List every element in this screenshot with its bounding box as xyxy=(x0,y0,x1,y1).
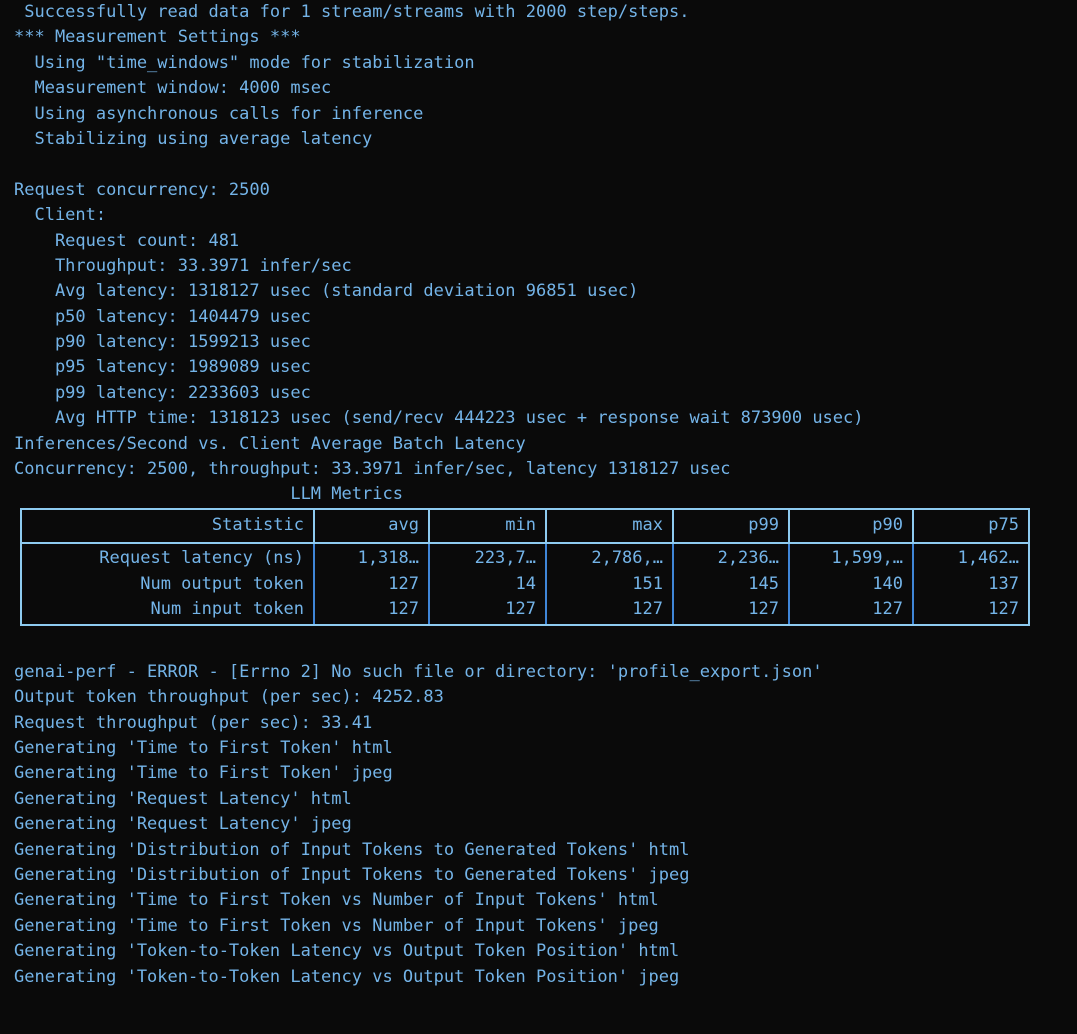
cell-p99: 127 xyxy=(672,597,790,627)
log-line-post-11: Generating 'Token-to-Token Latency vs Ou… xyxy=(14,941,680,962)
cell-p75: 127 xyxy=(912,597,1030,627)
cell-p90: 140 xyxy=(788,571,914,598)
cell-avg: 127 xyxy=(313,597,430,627)
column-header-p99: p99 xyxy=(672,507,790,545)
log-line-19: LLM Metrics xyxy=(14,484,403,505)
log-line-18: Concurrency: 2500, throughput: 33.3971 i… xyxy=(14,459,731,480)
log-line-3: Measurement window: 4000 msec xyxy=(14,78,332,99)
column-header-p75: p75 xyxy=(912,507,1030,545)
log-line-5: Stabilizing using average latency xyxy=(14,128,373,149)
log-line-10: Throughput: 33.3971 infer/sec xyxy=(14,255,352,276)
log-line-post-7: Generating 'Distribution of Input Tokens… xyxy=(14,839,690,860)
llm-metrics-table: Statistic avg min max p99 p90 p75 Reques… xyxy=(20,507,1030,627)
log-line-11: Avg latency: 1318127 usec (standard devi… xyxy=(14,281,639,302)
log-line-8: Client: xyxy=(14,205,107,226)
cell-p75: 137 xyxy=(912,571,1030,598)
pre-table-log-region: Successfully read data for 1 stream/stre… xyxy=(0,0,1077,508)
log-line-post-4: Generating 'Time to First Token' jpeg xyxy=(14,763,393,784)
log-line-post-5: Generating 'Request Latency' html xyxy=(14,788,352,809)
cell-p90: 1,599,… xyxy=(788,543,914,572)
log-line-post-1: Output token throughput (per sec): 4252.… xyxy=(14,687,444,708)
log-line-9: Request count: 481 xyxy=(14,230,240,251)
log-line-post-12: Generating 'Token-to-Token Latency vs Ou… xyxy=(14,966,680,987)
cell-min: 14 xyxy=(428,571,547,598)
log-line-14: p95 latency: 1989089 usec xyxy=(14,357,311,378)
table-header-row: Statistic avg min max p99 p90 p75 xyxy=(20,507,1030,545)
log-line-12: p50 latency: 1404479 usec xyxy=(14,306,311,327)
column-header-avg: avg xyxy=(313,507,430,545)
terminal-output[interactable]: Successfully read data for 1 stream/stre… xyxy=(0,0,1077,1034)
cell-min: 127 xyxy=(428,597,547,627)
row-label: Request latency (ns) xyxy=(20,543,315,572)
log-line-0: Successfully read data for 1 stream/stre… xyxy=(14,2,690,22)
log-line-post-3: Generating 'Time to First Token' html xyxy=(14,737,393,758)
log-line-post-10: Generating 'Time to First Token vs Numbe… xyxy=(14,915,659,936)
log-line-16: Avg HTTP time: 1318123 usec (send/recv 4… xyxy=(14,408,864,429)
cell-p99: 2,236… xyxy=(672,543,790,572)
cell-avg: 1,318… xyxy=(313,543,430,572)
table-header: Statistic avg min max p99 p90 p75 xyxy=(20,507,1030,545)
log-line-post-9: Generating 'Time to First Token vs Numbe… xyxy=(14,890,659,911)
log-line-post-0: genai-perf - ERROR - [Errno 2] No such f… xyxy=(14,661,823,682)
log-line-2: Using "time_windows" mode for stabilizat… xyxy=(14,52,475,73)
cell-max: 127 xyxy=(545,597,674,627)
table-row: Request latency (ns) 1,318… 223,7… 2,786,… 2… xyxy=(20,543,1030,572)
column-header-min: min xyxy=(428,507,547,545)
log-line-post-6: Generating 'Request Latency' jpeg xyxy=(14,814,352,835)
cell-max: 151 xyxy=(545,571,674,598)
llm-metrics-table-block: Statistic avg min max p99 p90 p75 Reques… xyxy=(0,507,1077,660)
log-line-1: *** Measurement Settings *** xyxy=(14,27,301,48)
log-line-6 xyxy=(0,152,1077,177)
cell-min: 223,7… xyxy=(428,543,547,572)
log-line-17: Inferences/Second vs. Client Average Bat… xyxy=(14,433,526,454)
row-label: Num input token xyxy=(20,597,315,627)
column-header-max: max xyxy=(545,507,674,545)
log-line-post-8: Generating 'Distribution of Input Tokens… xyxy=(14,864,690,885)
row-label: Num output token xyxy=(20,571,315,598)
cell-avg: 127 xyxy=(313,571,430,598)
log-line-15: p99 latency: 2233603 usec xyxy=(14,382,311,403)
column-header-p90: p90 xyxy=(788,507,914,545)
table-row: Num output token 127 14 151 145 140 137 xyxy=(20,571,1030,598)
cell-p99: 145 xyxy=(672,571,790,598)
log-line-7: Request concurrency: 2500 xyxy=(14,179,270,200)
cell-p90: 127 xyxy=(788,597,914,627)
cell-max: 2,786,… xyxy=(545,543,674,572)
table-body: Request latency (ns) 1,318… 223,7… 2,786,… 2… xyxy=(20,543,1030,627)
cell-p75: 1,462… xyxy=(912,543,1030,572)
log-line-4: Using asynchronous calls for inference xyxy=(14,103,424,124)
column-header-statistic: Statistic xyxy=(20,507,315,545)
log-line-post-2: Request throughput (per sec): 33.41 xyxy=(14,712,373,733)
log-line-13: p90 latency: 1599213 usec xyxy=(14,332,311,353)
post-table-log-region: genai-perf - ERROR - [Errno 2] No such f… xyxy=(0,660,1077,990)
table-row: Num input token 127 127 127 127 127 127 xyxy=(20,597,1030,627)
